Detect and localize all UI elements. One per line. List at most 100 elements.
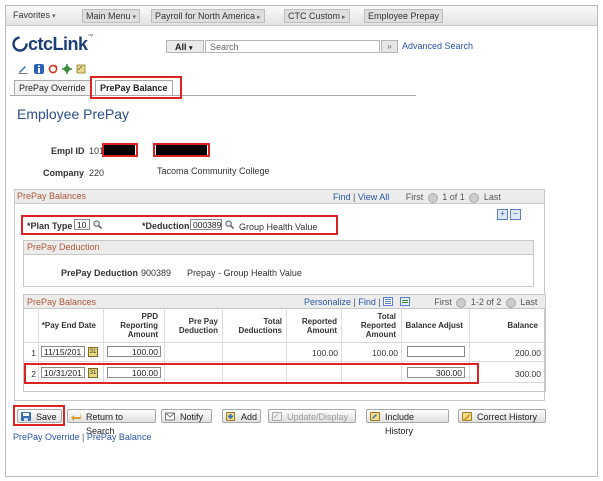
find-link[interactable]: Find — [333, 192, 351, 202]
col-pay-end-date[interactable]: *Pay End Date — [40, 321, 96, 330]
ctclink-logo-mark-icon — [12, 36, 28, 52]
personalize-link[interactable]: Personalize — [304, 297, 351, 307]
breadcrumb-main-menu[interactable]: Main Menu ▾ — [82, 9, 141, 23]
update-display-label: Update/Display — [287, 412, 349, 422]
tab-divider — [10, 95, 416, 96]
add-icon — [226, 412, 235, 421]
breadcrumb-employee-prepay[interactable]: Employee Prepay — [364, 9, 444, 23]
company-name: Tacoma Community College — [157, 166, 270, 176]
next-icon[interactable] — [505, 297, 516, 308]
update-display-button[interactable]: Update/Display — [268, 409, 356, 423]
search-input[interactable]: Search — [205, 40, 380, 53]
col-balance-adjust[interactable]: Balance Adjust — [403, 321, 464, 330]
ppd-reporting-amount-input[interactable]: 100.00 — [107, 346, 161, 357]
correct-history-button[interactable]: Correct History — [458, 409, 546, 423]
logo-trademark: ™ — [87, 34, 94, 40]
previous-icon[interactable] — [427, 192, 438, 203]
chevron-down-icon: ▾ — [189, 45, 193, 52]
highlight-empl-id — [102, 143, 138, 157]
advanced-search-link[interactable]: Advanced Search — [402, 41, 473, 51]
edit-icon[interactable] — [18, 64, 28, 74]
search-go-button[interactable]: » — [381, 40, 398, 53]
double-chevron-icon: » — [387, 42, 392, 51]
grid-find-link[interactable]: Find — [358, 297, 376, 307]
highlight-plan-deduction — [21, 215, 338, 235]
highlight-tab — [90, 76, 182, 99]
update-display-icon — [272, 412, 282, 421]
chevron-right-icon: ▸ — [342, 14, 346, 21]
col-total-deductions[interactable]: Total Deductions — [232, 317, 282, 335]
breadcrumb-ctc-custom[interactable]: CTC Custom ▸ — [284, 9, 350, 23]
prepay-override-link[interactable]: PrePay Override — [13, 432, 80, 442]
breadcrumb-payroll[interactable]: Payroll for North America ▸ — [151, 9, 265, 23]
correct-history-label: Correct History — [477, 412, 538, 422]
highlight-name — [153, 143, 210, 157]
view-all-link[interactable]: View All — [358, 192, 389, 202]
add-label: Add — [241, 412, 258, 422]
calendar-icon[interactable]: 31 — [88, 347, 98, 357]
bottom-page-links: PrePay Override | PrePay Balance — [13, 432, 151, 442]
logo-text: ctcLink — [28, 34, 88, 54]
include-history-label: Include History — [385, 412, 415, 436]
group-header — [24, 241, 533, 255]
return-arrow-icon — [71, 413, 81, 421]
chevron-down-icon: ▾ — [132, 14, 137, 21]
search-placeholder: Search — [210, 42, 239, 52]
tab-prepay-override[interactable]: PrePay Override — [14, 80, 91, 96]
notes-icon[interactable] — [76, 64, 86, 74]
notify-button[interactable]: Notify — [161, 409, 212, 423]
breadcrumb-label: Favorites — [13, 10, 51, 20]
highlight-row-2 — [24, 363, 479, 384]
grid-range-label: 1-2 of 2 — [470, 297, 502, 307]
scroll-nav: Find | View All First 1 of 1 Last — [333, 192, 501, 203]
refresh-icon[interactable] — [48, 64, 58, 74]
grid-title: PrePay Balances — [27, 297, 97, 307]
breadcrumb-favorites[interactable]: Favorites ▾ — [10, 9, 59, 21]
col-reported-amount[interactable]: Reported Amount — [292, 317, 337, 335]
return-to-search-button[interactable]: Return to Search — [67, 409, 156, 436]
previous-icon[interactable] — [456, 297, 467, 308]
info-icon[interactable] — [34, 64, 44, 74]
highlight-save — [13, 405, 65, 426]
empl-id-label: Empl ID — [51, 146, 85, 156]
pay-end-date-input[interactable]: 11/15/201 — [41, 346, 85, 357]
include-history-button[interactable]: Include History — [366, 409, 449, 436]
grid-nav: Personalize | Find | First 1-2 of 2 Last — [304, 297, 537, 308]
balance-value: 300.00 — [515, 369, 541, 379]
link-separator: | — [82, 432, 85, 442]
col-prepay-deduction[interactable]: Pre Pay Deduction — [170, 317, 218, 335]
balance-value: 200.00 — [515, 348, 541, 358]
breadcrumb-label: Payroll for North America — [155, 11, 256, 21]
col-balance[interactable]: Balance — [500, 321, 538, 330]
breadcrumb-label: Main Menu — [86, 11, 131, 21]
col-ppd-reporting-amount[interactable]: PPD Reporting Amount — [108, 312, 158, 339]
total-reported-amount: 100.00 — [372, 348, 398, 358]
first-label: First — [405, 192, 424, 202]
breadcrumb-label: Employee Prepay — [368, 11, 440, 21]
search-scope-label: All — [175, 42, 187, 52]
prepay-deduction-description: Prepay - Group Health Value — [187, 268, 302, 278]
prepay-deduction-label: PrePay Deduction — [61, 268, 139, 278]
add-button[interactable]: Add — [222, 409, 261, 423]
next-icon[interactable] — [469, 192, 480, 203]
prepay-balances-title: PrePay Balances — [17, 191, 87, 201]
include-history-icon — [370, 412, 380, 421]
gear-icon[interactable] — [62, 64, 72, 74]
download-icon[interactable] — [399, 297, 410, 306]
ctclink-logo: ctcLink™ — [12, 34, 93, 55]
reported-amount: 100.00 — [312, 348, 338, 358]
col-total-reported-amount[interactable]: Total Reported Amount — [348, 312, 396, 339]
chevron-down-icon: ▾ — [52, 13, 56, 20]
company-label: Company — [43, 168, 85, 178]
prepay-balance-link[interactable]: PrePay Balance — [87, 432, 152, 442]
page-title: Employee PrePay — [17, 106, 130, 122]
delete-row-button[interactable]: − — [510, 209, 521, 220]
grid-last-label: Last — [520, 297, 538, 307]
add-row-button[interactable]: + — [497, 209, 508, 220]
prepay-deduction-code: 900389 — [141, 268, 172, 278]
last-label: Last — [483, 192, 501, 202]
balance-adjust-input[interactable] — [407, 346, 465, 357]
search-scope-select[interactable]: All ▾ — [166, 40, 204, 53]
prepay-deduction-title: PrePay Deduction — [27, 242, 100, 252]
view-all-icon[interactable] — [383, 297, 394, 306]
